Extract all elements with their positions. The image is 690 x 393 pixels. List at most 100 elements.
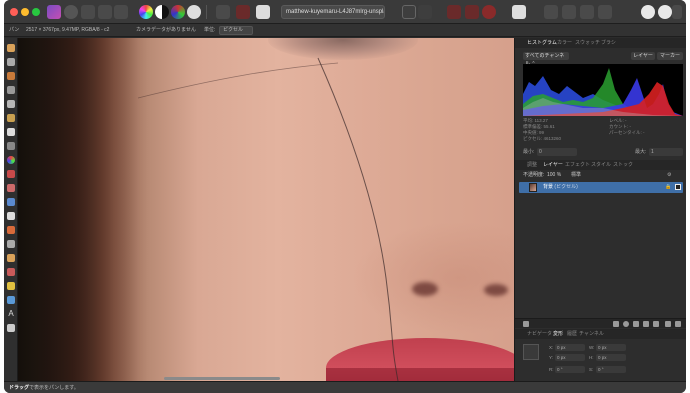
- retouch-icon[interactable]: [7, 240, 15, 248]
- hand-tool-icon[interactable]: [7, 44, 15, 52]
- flip-icon[interactable]: [580, 5, 594, 19]
- red-eye-icon[interactable]: [447, 5, 461, 19]
- w-field[interactable]: 0 px: [596, 344, 626, 351]
- top-toolbar: matthew-kuyemaru-L4J87mlrg-unspla: [4, 0, 686, 24]
- hsl-icon[interactable]: [171, 5, 185, 19]
- tab-transform[interactable]: 変形: [553, 329, 563, 339]
- layer-visibility-checkbox[interactable]: [675, 184, 681, 190]
- r-field[interactable]: 0 °: [555, 366, 585, 373]
- status-bar: ドラッグで表示をパンします。: [4, 381, 686, 393]
- view-tool-icon[interactable]: [7, 72, 15, 80]
- layer-row-background[interactable]: 背景 (ピクセル) 🔒: [519, 182, 683, 193]
- freehand-select-icon[interactable]: [7, 142, 15, 150]
- layer-lock-icon[interactable]: 🔒: [665, 182, 671, 193]
- tone-mapping-persona-icon[interactable]: [98, 5, 112, 19]
- assistant-icon[interactable]: [402, 5, 416, 19]
- s-field[interactable]: 0 °: [596, 366, 626, 373]
- tab-history[interactable]: 履歴: [567, 329, 577, 339]
- align-icon[interactable]: [562, 5, 576, 19]
- tab-histogram[interactable]: ヒストグラム: [527, 38, 557, 48]
- text-tool-icon[interactable]: A: [7, 310, 15, 318]
- h-label: H:: [589, 355, 594, 360]
- grid-icon[interactable]: [216, 5, 230, 19]
- flood-fill-icon[interactable]: [7, 198, 15, 206]
- color-picker-icon[interactable]: [7, 156, 15, 164]
- tab-swatches[interactable]: スウォッチ: [575, 38, 600, 48]
- rotate-icon[interactable]: [598, 5, 612, 19]
- y-field[interactable]: 0 px: [555, 354, 585, 361]
- layer-blend-options-icon[interactable]: [523, 321, 529, 327]
- selection-brush-icon[interactable]: [7, 100, 15, 108]
- document-title[interactable]: matthew-kuyemaru-L4J87mlrg-unspla: [281, 5, 385, 19]
- tab-channels[interactable]: チャンネル: [579, 329, 604, 339]
- eraser-icon[interactable]: [7, 184, 15, 192]
- layer-settings-gear-icon[interactable]: ⚙: [667, 171, 671, 180]
- clone-icon[interactable]: [7, 226, 15, 234]
- tab-navigator[interactable]: ナビゲータ: [527, 329, 552, 339]
- opacity-field[interactable]: 100 %: [547, 171, 561, 180]
- flood-select-icon[interactable]: [7, 114, 15, 122]
- brush-color-icon[interactable]: [482, 5, 496, 19]
- layer-button[interactable]: レイヤー: [631, 52, 655, 60]
- photo-persona-icon[interactable]: [47, 5, 61, 19]
- mask-layer-icon[interactable]: [613, 321, 619, 327]
- min-field[interactable]: 0: [537, 148, 577, 156]
- h-field[interactable]: 0 px: [596, 354, 626, 361]
- tab-adjustments[interactable]: 調整: [527, 160, 537, 170]
- tab-styles[interactable]: スタイル: [591, 160, 611, 170]
- horizontal-scrollbar[interactable]: [164, 377, 280, 380]
- max-field[interactable]: 1: [649, 148, 683, 156]
- healing-brush-icon[interactable]: [7, 254, 15, 262]
- tab-color[interactable]: カラー: [557, 38, 572, 48]
- view-mode-icon[interactable]: [512, 5, 526, 19]
- blur-brush-icon[interactable]: [7, 282, 15, 290]
- close-window-button[interactable]: [10, 8, 18, 16]
- adjustment-layer-icon[interactable]: [623, 321, 629, 327]
- zoom-tool-icon[interactable]: [7, 58, 15, 66]
- minimize-window-button[interactable]: [21, 8, 29, 16]
- tab-stock[interactable]: ストック: [613, 160, 633, 170]
- export-persona-icon[interactable]: [114, 5, 128, 19]
- options-icon[interactable]: [672, 5, 682, 19]
- zoom-window-button[interactable]: [32, 8, 40, 16]
- blend-mode-select[interactable]: 標準: [571, 171, 581, 180]
- paint-brush-icon[interactable]: [7, 170, 15, 178]
- tab-layers[interactable]: レイヤー: [543, 160, 563, 170]
- transform-anchor-widget[interactable]: [523, 344, 539, 360]
- pen-tool-icon[interactable]: [7, 324, 15, 332]
- delete-layer-icon[interactable]: [675, 321, 681, 327]
- marquee-tool-icon[interactable]: [7, 128, 15, 136]
- group-layer-icon[interactable]: [653, 321, 659, 327]
- arrange-icon[interactable]: [544, 5, 558, 19]
- force-pixel-icon[interactable]: [658, 5, 672, 19]
- camera-data-info: カメラデータがありません: [136, 27, 196, 33]
- marker-button[interactable]: マーカー: [657, 52, 683, 60]
- live-filter-icon[interactable]: [633, 321, 639, 327]
- shape-tool-icon[interactable]: [7, 296, 15, 304]
- dodge-icon[interactable]: [7, 212, 15, 220]
- fx-icon[interactable]: [643, 321, 649, 327]
- white-balance-icon[interactable]: [187, 5, 201, 19]
- new-layer-icon[interactable]: [665, 321, 671, 327]
- red-eye-tool-icon[interactable]: [7, 268, 15, 276]
- transform-tabs: ナビゲータ 変形 履歴 チャンネル: [515, 329, 686, 339]
- x-field[interactable]: 0 px: [555, 344, 585, 351]
- color-wheel-icon[interactable]: [139, 5, 153, 19]
- app-window: matthew-kuyemaru-L4J87mlrg-unspla パン 251…: [4, 0, 686, 393]
- develop-persona-icon[interactable]: [81, 5, 95, 19]
- levels-icon[interactable]: [155, 5, 169, 19]
- quick-mask-icon[interactable]: [256, 5, 270, 19]
- image-canvas[interactable]: [18, 38, 514, 381]
- crop-tool-icon[interactable]: [7, 86, 15, 94]
- assistant-dropdown-icon[interactable]: [418, 5, 432, 19]
- layer-thumbnail: [529, 183, 537, 192]
- channel-select[interactable]: すべてのチャンネル ⌃: [523, 52, 569, 67]
- tab-effects[interactable]: エフェクト: [565, 160, 590, 170]
- s-label: S:: [589, 367, 594, 372]
- snapping-icon[interactable]: [641, 5, 655, 19]
- tab-brushes[interactable]: ブラシ: [601, 38, 616, 48]
- liquify-persona-icon[interactable]: [64, 5, 78, 19]
- inpaint-icon[interactable]: [465, 5, 479, 19]
- unit-select[interactable]: ピクセル: [219, 26, 253, 35]
- selection-mode-icon[interactable]: [236, 5, 250, 19]
